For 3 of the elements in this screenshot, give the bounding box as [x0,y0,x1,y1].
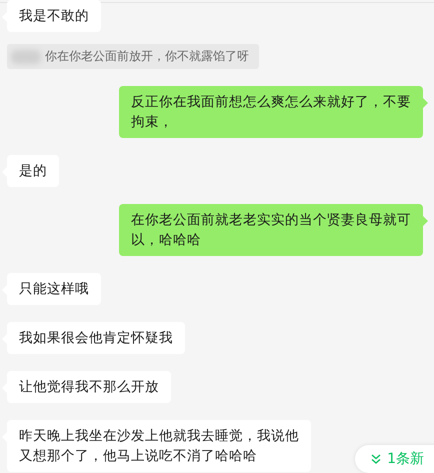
double-chevron-icon [371,454,382,464]
quote-text: 你在你老公面前放开，你不就露馅了呀 [45,48,249,65]
new-message-button[interactable]: 1条新 [355,445,434,473]
